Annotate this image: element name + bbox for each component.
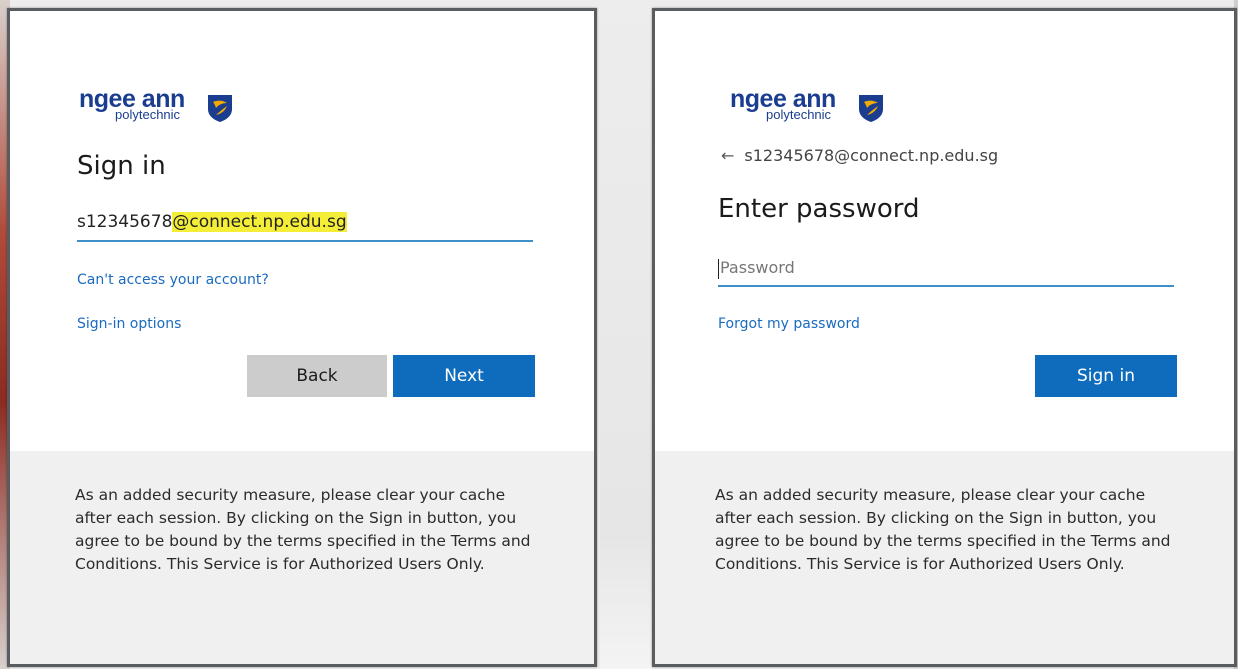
identity-row: ← s12345678@connect.np.edu.sg <box>721 146 998 165</box>
back-button[interactable]: Back <box>247 355 387 397</box>
cant-access-account-link[interactable]: Can't access your account? <box>77 272 269 288</box>
text-caret <box>718 258 719 279</box>
password-footer: As an added security measure, please cle… <box>655 451 1234 664</box>
signin-options-link[interactable]: Sign-in options <box>77 316 181 332</box>
email-user-text: s12345678 <box>77 212 173 232</box>
forgot-password-link[interactable]: Forgot my password <box>718 316 860 332</box>
shield-icon <box>208 95 232 122</box>
password-field[interactable]: Password <box>718 253 1174 287</box>
shield-icon <box>859 95 883 122</box>
email-domain-highlight: @connect.np.edu.sg <box>172 212 347 232</box>
security-notice: As an added security measure, please cle… <box>715 486 1171 573</box>
password-placeholder: Password <box>720 258 795 277</box>
next-button[interactable]: Next <box>393 355 535 397</box>
brand-subtitle: polytechnic <box>115 107 181 122</box>
security-notice: As an added security measure, please cle… <box>75 486 531 573</box>
password-heading: Enter password <box>718 194 920 224</box>
left-arrow-icon[interactable]: ← <box>721 146 734 165</box>
signin-button[interactable]: Sign in <box>1035 355 1177 397</box>
signin-card: ngee ann polytechnic Sign in s12345678@c… <box>7 8 597 667</box>
identity-email: s12345678@connect.np.edu.sg <box>744 146 999 165</box>
brand-subtitle: polytechnic <box>766 107 832 122</box>
brand-logo: ngee ann polytechnic <box>730 85 900 125</box>
password-card: ngee ann polytechnic ← s12345678@connect… <box>652 8 1237 667</box>
signin-heading: Sign in <box>77 151 166 181</box>
brand-logo: ngee ann polytechnic <box>79 85 249 125</box>
signin-footer: As an added security measure, please cle… <box>10 451 594 664</box>
background-gap <box>600 0 652 669</box>
email-field[interactable]: s12345678@connect.np.edu.sg <box>77 208 533 242</box>
